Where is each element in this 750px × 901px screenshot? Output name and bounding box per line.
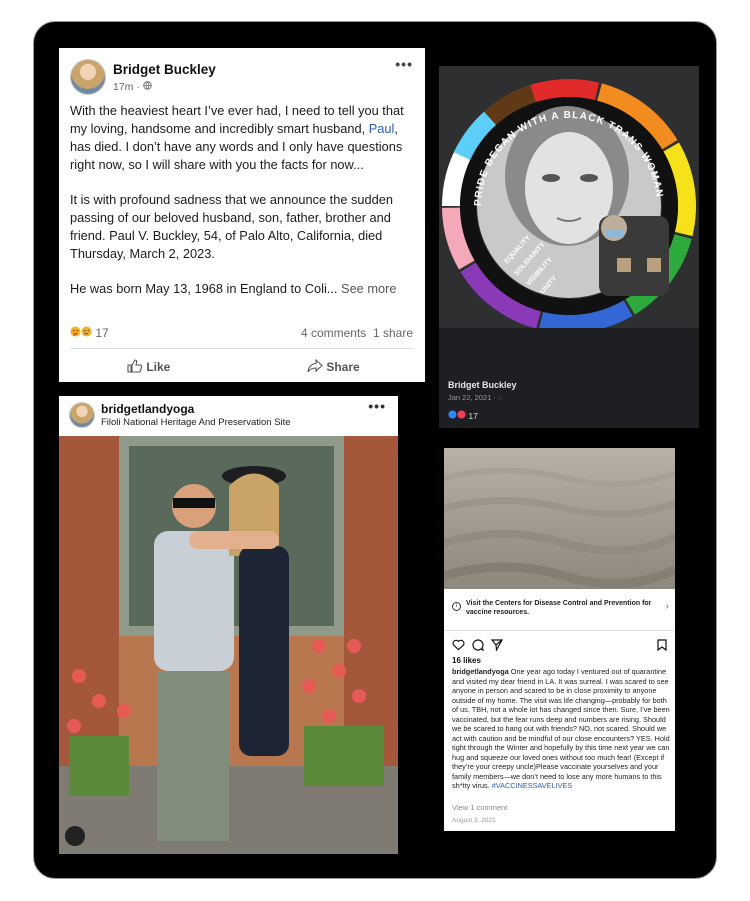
care-reaction-icon [70, 326, 81, 340]
post-time: 17m · [113, 81, 152, 93]
post-caption: bridgetlandyoga One year ago today I ven… [452, 667, 670, 791]
reaction-count: 17 [95, 326, 109, 340]
author-avatar[interactable] [70, 59, 106, 95]
heart-reaction-icon [457, 410, 466, 421]
hashtag-link[interactable]: #VACCINESSAVELIVES [492, 781, 572, 790]
view-comments-link[interactable]: View 1 comment [452, 803, 507, 812]
ig-avatar[interactable] [69, 402, 95, 428]
post-date: August 3, 2021 [452, 817, 496, 824]
p3-text: He was born May 13, 1968 in England to C… [70, 281, 342, 296]
heart-icon[interactable] [452, 638, 465, 656]
share-arrow-icon [307, 358, 323, 374]
pride-graphic[interactable]: PRIDE BEGAN WITH A BLACK TRANS WOMAN EQU… [439, 66, 699, 328]
post-paragraph-2: It is with profound sadness that we anno… [70, 192, 393, 261]
card-date: Jan 22, 2021 · ◌ [448, 393, 503, 402]
post-paragraph-3: He was born May 13, 1968 in England to C… [70, 280, 418, 298]
sad-reaction-icon [81, 326, 92, 340]
like-label: Like [146, 360, 171, 374]
comments-count-link[interactable]: 4 comments [301, 326, 366, 340]
ig-action-bar [452, 638, 667, 652]
comment-icon[interactable] [472, 638, 485, 656]
ig-more-options-button[interactable]: ••• [368, 398, 386, 414]
post-time-text: 17m · [113, 81, 143, 93]
shares-count-link[interactable]: 1 share [373, 326, 413, 340]
send-icon[interactable] [490, 638, 504, 656]
sand-photo[interactable] [444, 448, 675, 589]
p1-text-before: With the heaviest heart I’ve ever had, I… [70, 103, 404, 136]
globe-icon [143, 81, 152, 93]
see-more-link[interactable]: See more [341, 281, 396, 296]
more-options-button[interactable]: ••• [395, 56, 413, 72]
globe-icon: ◌ [498, 393, 503, 402]
cdc-resources-banner[interactable]: i Visit the Centers for Disease Control … [444, 589, 675, 631]
card-reaction-count: 17 [468, 411, 478, 421]
like-button[interactable]: Like [127, 359, 170, 374]
bookmark-icon[interactable] [657, 638, 667, 656]
instagram-post-caption: i Visit the Centers for Disease Control … [444, 448, 675, 831]
like-reaction-icon [448, 410, 457, 421]
chevron-right-icon: › [665, 601, 669, 612]
author-name[interactable]: Bridget Buckley [113, 62, 216, 77]
reaction-summary[interactable]: 17 [70, 326, 109, 340]
ig-handle[interactable]: bridgetlandyoga [101, 402, 194, 416]
card-author-name[interactable]: Bridget Buckley [448, 380, 517, 390]
cdc-notice-text: Visit the Centers for Disease Control an… [466, 600, 652, 616]
post-paragraph-1: With the heaviest heart I’ve ever had, I… [70, 102, 418, 174]
collage-board: Bridget Buckley 17m · ••• With the heavi… [33, 21, 717, 879]
caption-handle[interactable]: bridgetlandyoga [452, 667, 509, 676]
instagram-post-photo: bridgetlandyoga Filoli National Heritage… [59, 396, 398, 854]
pride-image-post: PRIDE BEGAN WITH A BLACK TRANS WOMAN EQU… [439, 66, 699, 428]
caption-text: One year ago today I ventured out of qua… [452, 667, 670, 790]
share-label: Share [326, 360, 360, 374]
thumbs-up-icon [127, 359, 143, 374]
card-date-text: Jan 22, 2021 · [448, 393, 499, 402]
tagged-user-link[interactable]: Paul [369, 121, 395, 136]
post-body: With the heaviest heart I’ve ever had, I… [70, 102, 418, 315]
couple-photo[interactable] [59, 436, 398, 854]
card-reactions[interactable]: 17 [448, 410, 478, 421]
info-icon: i [452, 602, 461, 611]
action-divider [70, 348, 414, 349]
facebook-post: Bridget Buckley 17m · ••• With the heavi… [59, 48, 425, 382]
share-button[interactable]: Share [307, 358, 360, 374]
ig-location[interactable]: Filoli National Heritage And Preservatio… [101, 417, 291, 428]
likes-count[interactable]: 16 likes [452, 656, 481, 665]
engagement-counts: 4 comments 1 share [301, 326, 413, 340]
